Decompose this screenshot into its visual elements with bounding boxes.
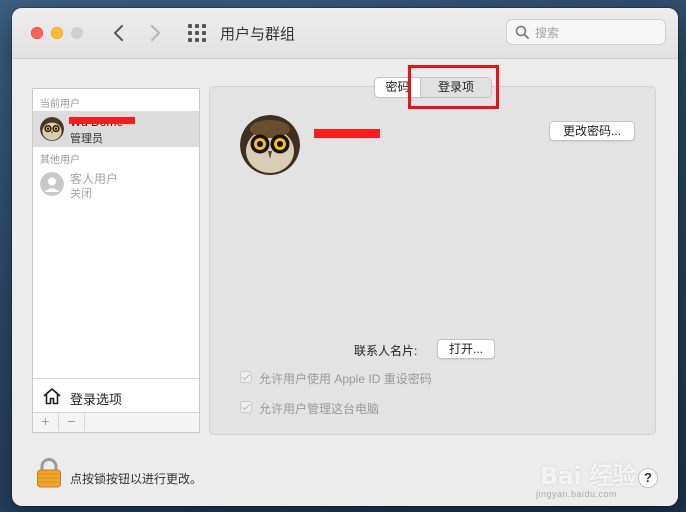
- highlight-annotation-box: [408, 65, 499, 109]
- change-password-button[interactable]: 更改密码...: [549, 121, 635, 141]
- user-row-guest[interactable]: 客人用户 关闭: [33, 166, 199, 202]
- guest-user-status: 关闭: [70, 188, 92, 200]
- current-user-role: 管理员: [70, 133, 103, 145]
- remove-user-button[interactable]: −: [59, 413, 85, 431]
- help-button[interactable]: ?: [638, 468, 658, 488]
- search-icon: [515, 25, 529, 39]
- lock-icon[interactable]: [36, 458, 62, 491]
- chevron-right-icon: [151, 25, 160, 41]
- redaction-bar-large: [314, 129, 380, 138]
- open-contact-card-button[interactable]: 打开...: [437, 339, 495, 359]
- watermark-url: jingyan.baidu.com: [536, 489, 618, 499]
- checkbox-checked-icon: [240, 371, 252, 383]
- search-field[interactable]: [506, 19, 666, 45]
- forward-button[interactable]: [144, 22, 166, 44]
- redaction-bar: [69, 117, 135, 124]
- search-input[interactable]: [533, 23, 663, 43]
- close-button[interactable]: [31, 27, 43, 39]
- users-groups-window: 用户与群组 当前用户 Wu Dome 管理员 其他用户 客人用户 关闭 登录选项: [12, 8, 678, 506]
- users-sidebar: 当前用户 Wu Dome 管理员 其他用户 客人用户 关闭 登录选项 + −: [32, 88, 200, 433]
- show-all-grid-icon[interactable]: [188, 24, 206, 42]
- zoom-button[interactable]: [71, 27, 83, 39]
- other-users-label: 其他用户: [40, 155, 80, 166]
- lock-hint-text: 点按锁按钮以进行更改。: [70, 472, 203, 486]
- current-users-label: 当前用户: [40, 99, 80, 110]
- chevron-left-icon: [114, 25, 123, 41]
- home-icon: [43, 388, 61, 405]
- add-remove-bar: + −: [33, 412, 199, 432]
- guest-avatar-icon: [40, 172, 64, 196]
- window-title: 用户与群组: [220, 26, 296, 43]
- minimize-button[interactable]: [51, 27, 63, 39]
- user-row-current[interactable]: Wu Dome 管理员: [33, 111, 199, 147]
- login-options-item[interactable]: 登录选项: [33, 378, 199, 413]
- owl-avatar-large-icon[interactable]: [240, 115, 300, 175]
- owl-avatar-icon: [40, 117, 64, 141]
- allow-admin-label: 允许用户管理这台电脑: [259, 402, 380, 416]
- login-options-label: 登录选项: [70, 392, 123, 407]
- watermark-logo: Bai 经验: [540, 462, 637, 490]
- back-button[interactable]: [108, 22, 130, 44]
- contact-card-label: 联系人名片:: [354, 344, 418, 358]
- allow-apple-id-reset-label: 允许用户使用 Apple ID 重设密码: [259, 372, 432, 386]
- toolbar: 用户与群组: [12, 8, 678, 59]
- checkbox-checked-icon: [240, 401, 252, 413]
- add-user-button[interactable]: +: [33, 413, 59, 431]
